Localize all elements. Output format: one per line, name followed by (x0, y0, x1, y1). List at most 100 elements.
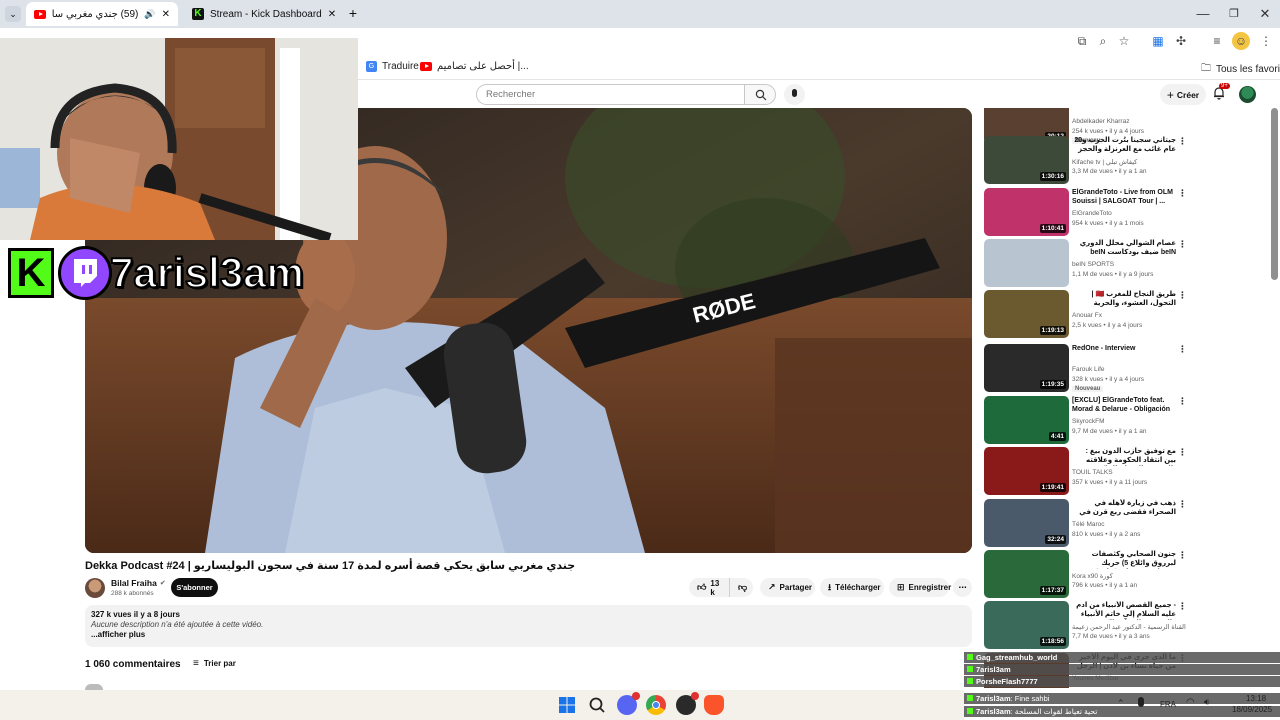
recommendation-title[interactable]: RedOne - Interview (1072, 344, 1176, 353)
recommendation-item[interactable]: 1:18:56 - جميع القصص الأنبياء من آدم عليه… (983, 601, 1188, 649)
recommendation-channel[interactable]: Anouar Fx (1072, 312, 1102, 319)
recommendation-channel[interactable]: القناة الرسمية - الدكتور عبد الرحمن زعيم… (1072, 623, 1186, 631)
more-options-icon[interactable]: ⋮ (1178, 396, 1187, 407)
recommendation-thumbnail[interactable]: 4:41 (984, 396, 1069, 444)
tab-youtube[interactable]: (59) جندي مغربي سابق يحك… 🔊 ✕ (26, 2, 178, 26)
bookmark-youtube-designs[interactable]: أحصل على تصاميم |... (420, 61, 529, 72)
clock-date[interactable]: 18/09/2025 (1232, 705, 1272, 714)
tray-microphone-icon[interactable] (1138, 697, 1144, 707)
all-bookmarks[interactable]: 🗀 Tous les favoris (1201, 61, 1280, 78)
voice-search-button[interactable] (784, 84, 805, 105)
new-tab-button[interactable]: + (345, 5, 361, 21)
tab-search-button[interactable]: ⌄ (5, 6, 21, 22)
recommendation-title[interactable]: [EXCLU] ElGrandeToto feat. Morad & Delar… (1072, 396, 1176, 415)
recommendation-item[interactable]: عصام الشوالي محلل الدوري beIN ضيف بودكاس… (983, 239, 1188, 287)
wifi-icon[interactable]: ◠ (1186, 697, 1195, 708)
keyboard-language[interactable]: FRA (1160, 700, 1176, 709)
show-more-link[interactable]: ...afficher plus (91, 630, 966, 639)
more-options-icon[interactable]: ⋮ (1178, 239, 1187, 250)
recommendation-title[interactable]: - جميع القصص الأنبياء من آدم عليه السلام… (1072, 601, 1176, 620)
tab-close-icon[interactable]: ✕ (162, 9, 170, 20)
recommendation-title[interactable]: جنون الصحابي وكثصفات لبرروق وائلاع 5) حر… (1072, 550, 1176, 569)
recommendation-thumbnail[interactable]: 1:19:41 (984, 447, 1069, 495)
recommendation-title[interactable]: ElGrandeToto - Live from OLM Souissi | S… (1072, 188, 1176, 206)
recommendation-thumbnail[interactable]: 1:19:13 (984, 290, 1069, 338)
extension-translate-icon[interactable]: ▦ (1149, 32, 1167, 50)
tray-chevron-icon[interactable]: ⌃ (1117, 698, 1125, 709)
sort-comments-button[interactable]: ≡ Trier par (193, 658, 236, 669)
recommendation-thumbnail[interactable] (984, 239, 1069, 287)
channel-avatar[interactable] (85, 578, 105, 598)
like-button[interactable]: 👍︎ 13 k (689, 578, 729, 597)
obs-icon[interactable] (676, 692, 699, 715)
download-button[interactable]: ⭳ Télécharger (820, 578, 884, 597)
more-options-icon[interactable]: ⋮ (1178, 550, 1187, 561)
search-button[interactable] (744, 84, 776, 105)
taskbar-search-icon[interactable] (587, 695, 607, 715)
browser-menu-icon[interactable]: ⋮ (1257, 32, 1275, 50)
more-options-icon[interactable]: ⋮ (1178, 499, 1187, 510)
recommendation-item[interactable]: 1:30:16 جيتاني سجينا بتُرت الحرب و20 عام … (983, 136, 1188, 184)
tab-close-icon[interactable]: ✕ (328, 9, 336, 20)
page-scrollbar[interactable] (1271, 108, 1278, 280)
audio-icon[interactable]: 🔊 (144, 9, 155, 20)
recommendation-title[interactable]: عصام الشوالي محلل الدوري beIN ضيف بودكاس… (1072, 239, 1176, 258)
channel-name[interactable]: Bilal Fraiha ✔ (111, 578, 166, 588)
description-box[interactable]: 327 k vues il y a 8 jours Aucune descrip… (85, 605, 972, 647)
zoom-icon[interactable]: ⌕ (1094, 32, 1112, 50)
more-options-icon[interactable]: ⋮ (1178, 136, 1187, 147)
clock-time[interactable]: 13:18 (1246, 694, 1266, 703)
profile-avatar-icon[interactable]: ☺ (1232, 32, 1250, 50)
recommendation-thumbnail[interactable]: 1:10:41 (984, 188, 1069, 236)
install-app-icon[interactable]: ⧉ (1073, 32, 1091, 50)
recommendation-item[interactable]: 1:19:35 RedOne - Interview Farouk Life 328 … (983, 344, 1188, 392)
recommendation-title[interactable]: ذهب في زيارة لأهله في الصحراء فقضى ربع ق… (1072, 499, 1176, 518)
save-button[interactable]: ⊞ Enregistrer (889, 578, 951, 597)
windows-start-icon[interactable] (557, 695, 577, 715)
notifications-button[interactable]: 9+ (1212, 83, 1230, 102)
recommendation-thumbnail[interactable]: 1:17:37 (984, 550, 1069, 598)
recommendation-title[interactable]: طريق النجاح للمغرب 🇲🇦 | التحول، العشوء، … (1072, 290, 1176, 309)
recommendation-channel[interactable]: TOUIL TALKS (1072, 469, 1113, 476)
recommendation-item[interactable]: 1:19:41 مع توفيق حازب الدون بيغ : بين انت… (983, 447, 1188, 495)
dislike-button[interactable]: 👎︎ (729, 578, 753, 597)
recommendation-channel[interactable]: beIN SPORTS (1072, 261, 1114, 268)
more-options-icon[interactable]: ⋮ (1178, 344, 1187, 355)
subscribe-button[interactable]: S'abonner (171, 578, 218, 597)
create-button[interactable]: + Créer (1160, 84, 1206, 105)
recommendation-title[interactable]: مع توفيق حازب الدون بيغ : بين انتقاد الح… (1072, 447, 1176, 466)
recommendation-item[interactable]: 32:24 ذهب في زيارة لأهله في الصحراء فقضى … (983, 499, 1188, 547)
chrome-icon[interactable] (646, 695, 666, 715)
recommendation-item[interactable]: 4:41 [EXCLU] ElGrandeToto feat. Morad & D… (983, 396, 1188, 444)
recommendation-channel[interactable]: ElGrandeToto (1072, 210, 1112, 217)
recommendation-channel[interactable]: Kifache tv | كيفاش تبلي (1072, 158, 1137, 166)
recommendation-channel[interactable]: Télé Maroc (1072, 521, 1105, 528)
account-avatar[interactable] (1239, 86, 1256, 103)
search-input[interactable]: Rechercher (476, 84, 745, 105)
recommendation-item[interactable]: 1:10:41 ElGrandeToto - Live from OLM Soui… (983, 188, 1188, 236)
tab-kick-dashboard[interactable]: K Stream - Kick Dashboard ✕ (184, 2, 342, 26)
recommendation-item[interactable]: 1:17:37 جنون الصحابي وكثصفات لبرروق وائلا… (983, 550, 1188, 598)
recommendation-thumbnail[interactable]: 1:30:16 (984, 136, 1069, 184)
bookmark-traduire[interactable]: G Traduire (366, 61, 419, 72)
recommendation-thumbnail[interactable]: 1:18:56 (984, 601, 1069, 649)
more-actions-button[interactable]: ⋯ (953, 578, 972, 597)
more-options-icon[interactable]: ⋮ (1178, 601, 1187, 612)
bookmark-star-icon[interactable]: ☆ (1115, 32, 1133, 50)
recommendation-channel[interactable]: SkyrockFM (1072, 418, 1105, 425)
restore-icon[interactable]: ❐ (1224, 4, 1244, 24)
discord-icon[interactable] (617, 692, 640, 715)
recommendation-thumbnail[interactable]: 1:19:35 (984, 344, 1069, 392)
extensions-puzzle-icon[interactable]: ✣ (1172, 32, 1190, 50)
recommendation-channel[interactable]: Abdelkader Kharraz (1072, 118, 1129, 125)
more-options-icon[interactable]: ⋮ (1178, 290, 1187, 301)
recommendation-channel[interactable]: Farouk Life (1072, 366, 1105, 373)
recommendation-item[interactable]: 1:19:13 طريق النجاح للمغرب 🇲🇦 | التحول، ا… (983, 290, 1188, 338)
brave-icon[interactable] (704, 695, 724, 715)
recommendation-thumbnail[interactable]: 32:24 (984, 499, 1069, 547)
window-close-icon[interactable]: ✕ (1255, 4, 1275, 24)
recommendation-title[interactable]: جيتاني سجينا بتُرت الحرب و20 عام غائب مع… (1072, 136, 1176, 155)
recommendation-channel[interactable]: Kora x90 كورة (1072, 572, 1113, 580)
share-button[interactable]: ↗ Partager (760, 578, 815, 597)
reading-list-icon[interactable]: ≡ (1208, 32, 1226, 50)
